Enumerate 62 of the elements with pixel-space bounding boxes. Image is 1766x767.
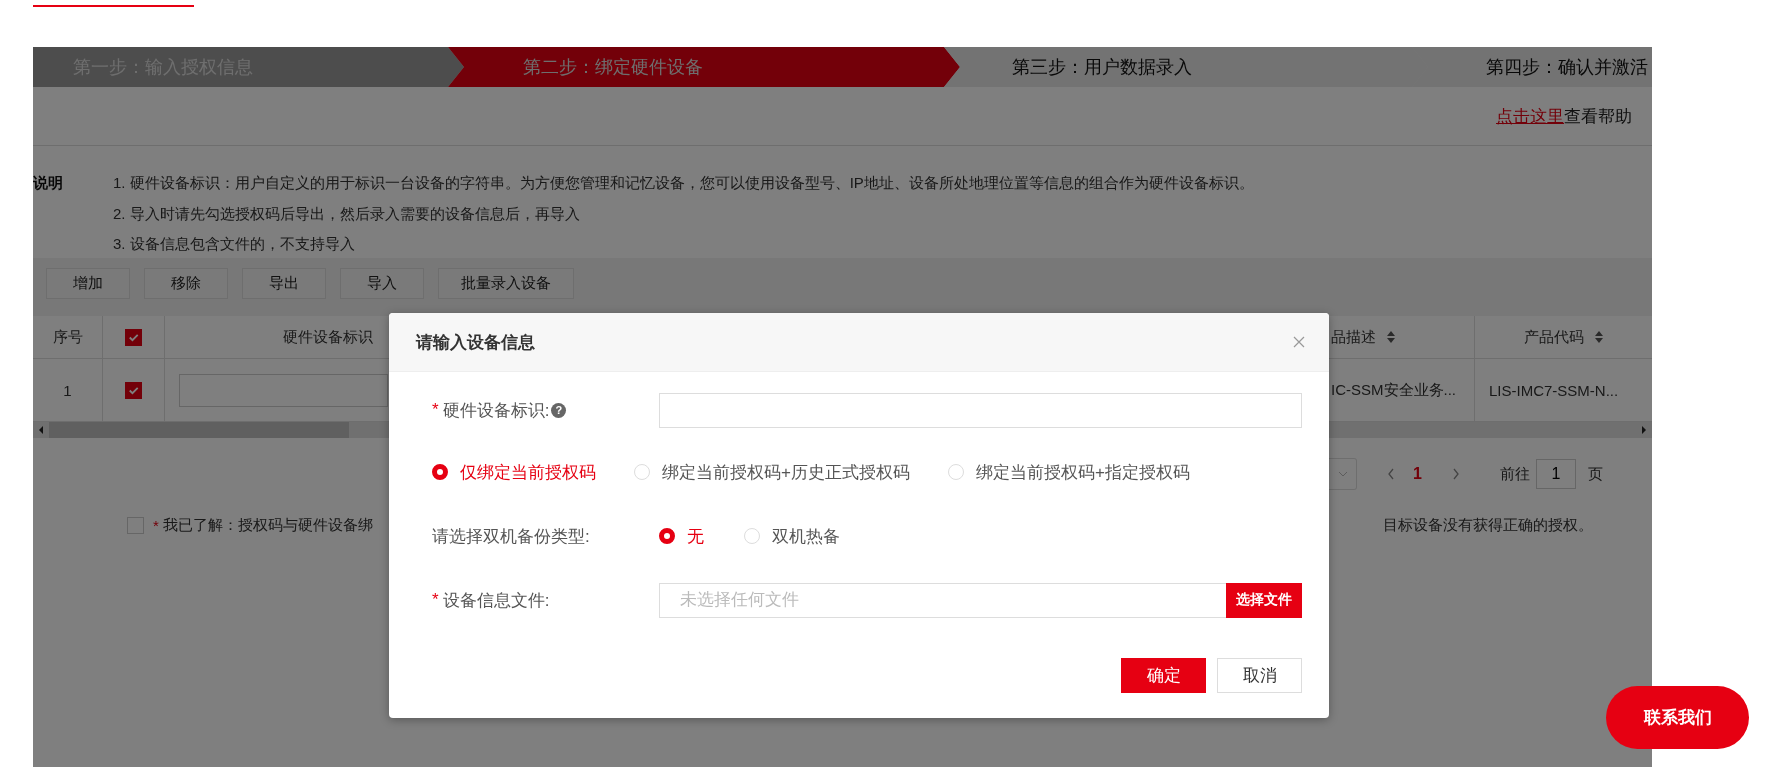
cancel-button[interactable]: 取消	[1217, 658, 1302, 693]
table-cell: 1	[63, 381, 72, 399]
sort-icon[interactable]	[1593, 330, 1604, 344]
scrollbar-track[interactable]	[1329, 422, 1652, 438]
next-page-icon[interactable]	[1451, 468, 1460, 480]
confirm-button[interactable]: 确定	[1121, 658, 1206, 693]
select-all-checkbox[interactable]	[125, 328, 142, 346]
agreement-text: 我已了解：授权码与硬件设备绑	[162, 515, 373, 535]
sort-icon[interactable]	[1386, 330, 1396, 344]
column-label: 硬件设备标识	[283, 327, 373, 347]
help-text: 点击这里查看帮助	[1496, 105, 1632, 128]
horizontal-scrollbar[interactable]	[33, 422, 389, 438]
scroll-right-icon[interactable]	[1640, 425, 1648, 435]
chevron-down-icon	[1337, 471, 1348, 477]
page-number[interactable]: 1	[1413, 465, 1422, 483]
contact-us-button[interactable]: 联系我们	[1606, 686, 1749, 749]
radio-label[interactable]: 无	[687, 524, 704, 548]
table-cell: LIS-IMC7-SSM-N...	[1489, 381, 1619, 399]
radio-button[interactable]	[432, 464, 448, 480]
required-mark: *	[153, 516, 159, 534]
radio-button[interactable]	[659, 528, 675, 544]
help-link[interactable]: 点击这里	[1496, 106, 1564, 126]
choose-file-button[interactable]: 选择文件	[1226, 582, 1302, 618]
radio-label[interactable]: 双机热备	[772, 524, 840, 548]
note-line: 3. 设备信息包含文件的，不支持导入	[113, 234, 356, 254]
page-size-select[interactable]	[1329, 458, 1357, 490]
device-id-input[interactable]	[179, 373, 388, 407]
field-label: 硬件设备标识:	[442, 399, 550, 422]
file-name-field[interactable]: 未选择任何文件	[659, 582, 1226, 618]
column-label: 产品代码	[1523, 327, 1584, 347]
field-label: 设备信息文件:	[442, 589, 550, 612]
toolbar-button[interactable]: 导出	[242, 268, 326, 299]
notes-title: 说明	[33, 173, 64, 193]
field-label: 请选择双机备份类型:	[432, 525, 590, 548]
close-icon[interactable]	[1293, 336, 1305, 348]
row-checkbox[interactable]	[125, 381, 142, 399]
goto-page-input[interactable]: 1	[1535, 459, 1576, 489]
radio-label[interactable]: 绑定当前授权码+历史正式授权码	[662, 460, 910, 484]
page-unit: 页	[1587, 464, 1603, 484]
device-id-field[interactable]	[659, 392, 1302, 428]
note-line: 1. 硬件设备标识：用户自定义的用于标识一台设备的字符串。为方便您管理和记忆设备，您可以使用设备型号、IP地址、设备所处地理位置等信息的组合作为硬件设备标识。	[113, 173, 1254, 193]
agreement-text: 目标设备没有获得正确的授权。	[1382, 515, 1593, 535]
required-mark: *	[432, 400, 439, 420]
radio-label[interactable]: 仅绑定当前授权码	[460, 460, 596, 484]
column-label: 品描述	[1331, 327, 1376, 347]
goto-label: 前往	[1499, 464, 1530, 484]
toolbar-button[interactable]: 增加	[46, 268, 130, 299]
radio-label[interactable]: 绑定当前授权码+指定授权码	[975, 460, 1190, 484]
table-cell: IC-SSM安全业务...	[1331, 380, 1456, 400]
step-tab[interactable]: 第四步：确认并激活	[1412, 47, 1652, 87]
note-line: 2. 导入时请先勾选授权码后导出，然后录入需要的设备信息后，再导入	[113, 203, 581, 224]
required-mark: *	[432, 590, 439, 610]
help-icon[interactable]: ?	[551, 402, 567, 418]
step-tab[interactable]: 第三步：用户数据录入	[944, 47, 1428, 87]
toolbar-button[interactable]: 移除	[144, 268, 228, 299]
toolbar-button[interactable]: 导入	[340, 268, 424, 299]
column-label: 序号	[52, 327, 83, 347]
previous-page-icon[interactable]	[1387, 468, 1395, 480]
scroll-left-icon[interactable]	[37, 425, 45, 435]
agreement-checkbox[interactable]	[127, 516, 144, 534]
dialog-title: 请输入设备信息	[416, 331, 535, 354]
toolbar-button[interactable]: 批量录入设备	[438, 268, 574, 299]
